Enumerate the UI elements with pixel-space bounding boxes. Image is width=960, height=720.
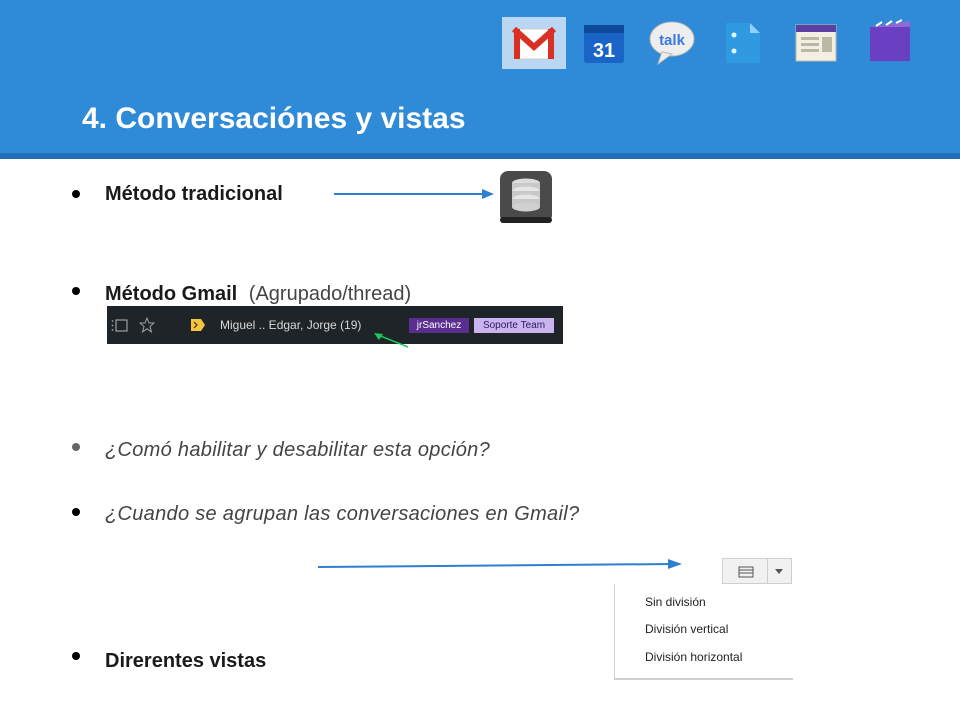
importance-marker-icon[interactable] [191, 319, 205, 331]
chevron-down-icon [775, 569, 783, 574]
bullet-dot [72, 652, 80, 660]
label-chip[interactable]: Soporte Team [474, 318, 554, 333]
bullet-grouping-question: ¿Cuando se agrupan las conversaciones en… [105, 503, 580, 525]
gmail-method-label: Método Gmail [105, 283, 238, 305]
slide-title: 4. Conversaciónes y vistas [82, 102, 466, 135]
view-split-dropdown[interactable] [768, 558, 792, 584]
view-options-menu: Sin división División vertical División … [614, 584, 793, 680]
sites-icon [795, 24, 837, 62]
menu-item-division-vertical[interactable]: División vertical [645, 622, 728, 636]
bullet-dot [72, 508, 80, 516]
database-icon [498, 169, 554, 225]
menu-item-division-horizontal[interactable]: División horizontal [645, 650, 742, 664]
bullet-gmail-method: Método Gmail (Agrupado/thread) [105, 283, 411, 306]
bullet-dot [72, 287, 80, 295]
arrow-icon [334, 189, 494, 199]
bullet-enable-question: ¿Comó habilitar y desabilitar esta opció… [105, 439, 491, 461]
calendar-day-label: 31 [593, 40, 615, 62]
talk-icon: talk [649, 21, 695, 66]
star-icon[interactable] [139, 317, 155, 333]
video-icon [870, 19, 910, 61]
bullet-different-views: Direrentes vistas [105, 650, 267, 672]
docs-icon [726, 23, 760, 63]
gmail-app-button[interactable] [502, 17, 566, 69]
gmail-icon [511, 26, 557, 60]
split-pane-icon [738, 566, 754, 578]
gmail-method-note: (Agrupado/thread) [248, 283, 412, 305]
green-arrow-icon [374, 333, 409, 348]
docs-app-button[interactable] [716, 17, 768, 69]
video-app-button[interactable] [864, 17, 916, 69]
checkbox-icon[interactable] [111, 318, 131, 334]
conversation-senders: Miguel .. Edgar, Jorge (19) [220, 318, 362, 332]
talk-text: talk [659, 32, 686, 49]
arrow-icon [317, 559, 682, 569]
header-divider [0, 153, 960, 159]
view-split-button[interactable] [722, 558, 768, 584]
calendar-icon: 31 [584, 25, 624, 63]
label-chip[interactable]: jrSanchez [409, 318, 469, 333]
bullet-traditional-method: Método tradicional [105, 183, 283, 205]
calendar-app-button[interactable]: 31 [578, 17, 630, 69]
talk-app-button[interactable]: talk [646, 17, 698, 69]
bullet-dot [72, 443, 80, 451]
menu-item-sin-division[interactable]: Sin división [645, 595, 706, 609]
bullet-dot [72, 190, 80, 198]
sites-app-button[interactable] [790, 17, 842, 69]
